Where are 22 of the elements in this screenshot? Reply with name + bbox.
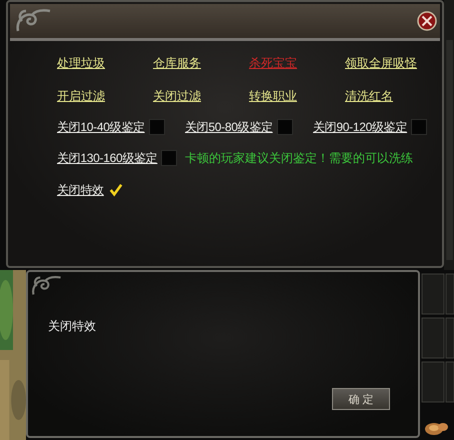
coins-icon [424, 420, 448, 436]
toggle-link[interactable]: 关闭90-120级鉴定 [313, 119, 408, 135]
toggle-link[interactable]: 关闭10-40级鉴定 [57, 119, 145, 135]
menu-link[interactable]: 处理垃圾 [57, 55, 105, 71]
checkbox[interactable] [161, 150, 178, 166]
menu-link[interactable]: 开启过滤 [57, 88, 105, 104]
menu-link[interactable]: 转换职业 [249, 88, 297, 104]
menu-link[interactable]: 关闭过滤 [153, 88, 201, 104]
menu-link[interactable]: 领取全屏吸怪 [345, 55, 417, 71]
checkbox[interactable] [108, 182, 124, 198]
toggle-link[interactable]: 关闭130-160级鉴定 [57, 150, 158, 166]
toggle-link[interactable]: 关闭50-80级鉴定 [185, 119, 273, 135]
confirm-button[interactable]: 确 定 [332, 388, 390, 410]
close-button[interactable] [416, 10, 438, 32]
menu-link[interactable]: 仓库服务 [153, 55, 201, 71]
message-text: 关闭特效 [48, 318, 96, 335]
menu-link[interactable]: 清洗红名 [345, 88, 393, 104]
notice-text: 卡顿的玩家建议关闭鉴定！需要的可以洗练 [185, 150, 414, 166]
checkbox[interactable] [276, 119, 293, 135]
toggle-link[interactable]: 关闭特效 [57, 182, 104, 198]
checkbox[interactable] [148, 119, 165, 135]
checkbox[interactable] [411, 119, 428, 135]
